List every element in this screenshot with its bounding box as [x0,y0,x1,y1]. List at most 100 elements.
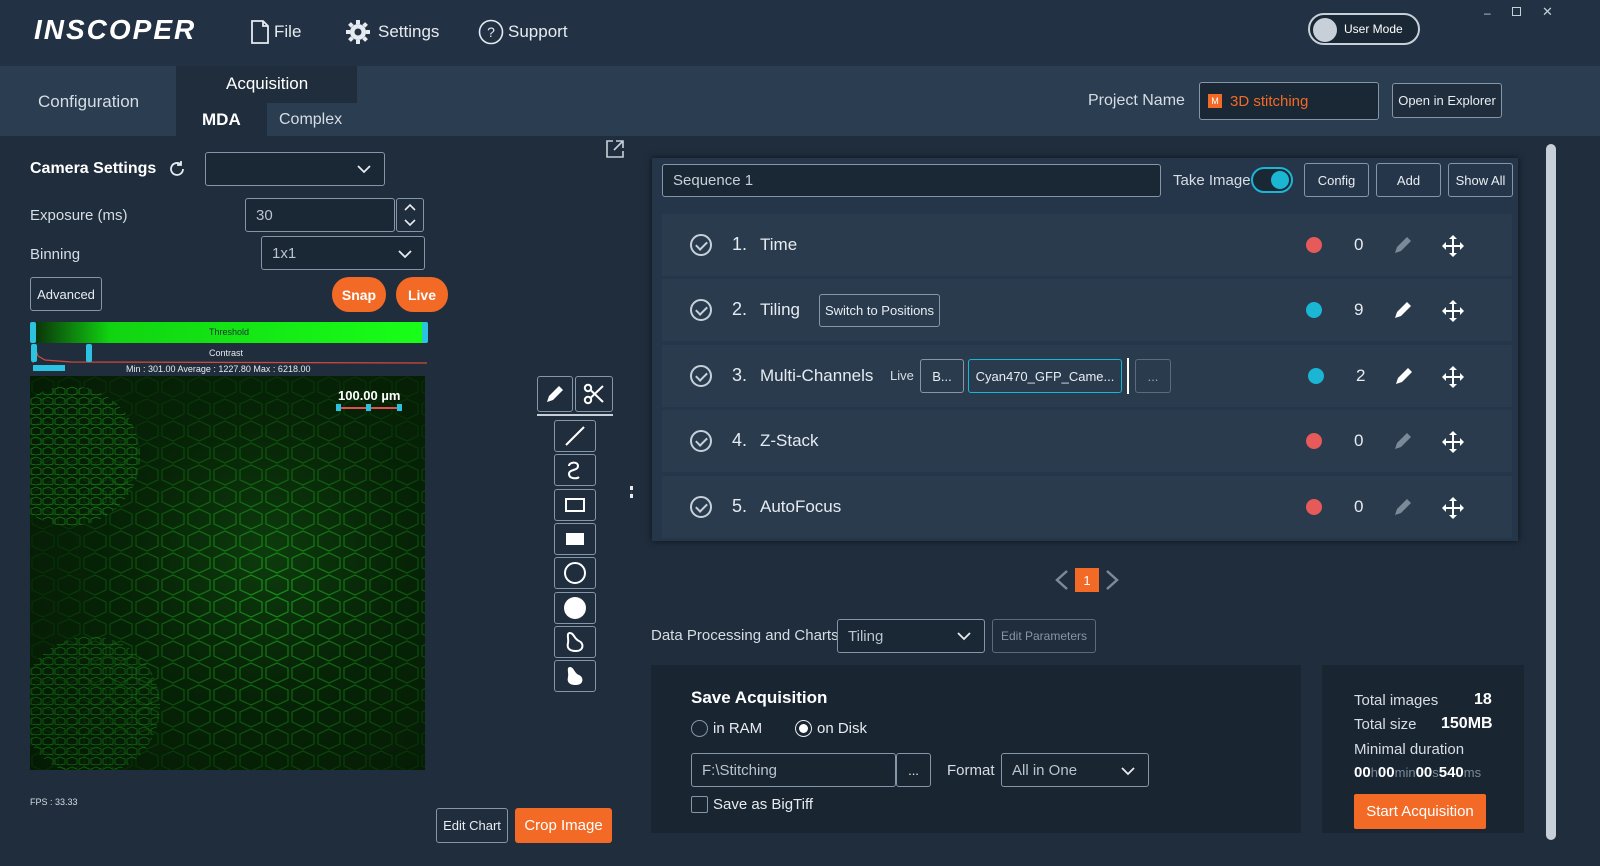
open-explorer-button[interactable]: Open in Explorer [1392,83,1502,118]
settings-label: Settings [378,22,440,41]
live-button[interactable]: Live [396,277,448,312]
config-button[interactable]: Config [1304,163,1369,197]
sequence-row-zstack[interactable]: 4. Z-Stack 0 [662,410,1512,472]
tool-rectangle[interactable] [554,489,596,521]
snap-button[interactable]: Snap [332,277,386,312]
chevron-down-icon[interactable] [404,219,416,227]
duration-hours: 00 [1354,764,1371,781]
blob-icon [566,631,584,653]
radio-on-disk[interactable]: on Disk [795,720,867,737]
row-title: Multi-Channels [760,366,874,385]
channel-button[interactable]: Cyan470_GFP_Came... [968,359,1122,393]
threshold-handle-right[interactable] [422,322,428,343]
minimize-button[interactable]: – [1484,6,1491,20]
tool-divider [537,414,613,416]
channel-more-button[interactable]: ... [1135,359,1171,393]
row-number: 2. [732,299,748,319]
user-mode-toggle[interactable]: User Mode [1308,13,1420,45]
threshold-bar[interactable]: Threshold [30,322,428,343]
exposure-stepper[interactable] [396,198,424,232]
check-circle-icon[interactable] [690,496,712,518]
pencil-icon[interactable] [1392,299,1414,321]
move-icon[interactable] [1441,496,1465,520]
sequence-name-input[interactable]: Sequence 1 [662,164,1161,197]
pencil-icon[interactable] [1392,496,1414,518]
move-icon[interactable] [1441,430,1465,454]
crop-image-button[interactable]: Crop Image [515,808,612,843]
tool-filled-polygon[interactable] [554,660,596,692]
maximize-button[interactable] [1512,7,1521,16]
exposure-label: Exposure (ms) [30,207,128,224]
page-number[interactable]: 1 [1075,568,1099,592]
on-disk-label: on Disk [817,720,868,737]
radio-in-ram[interactable]: in RAM [691,720,762,737]
chevron-left-icon[interactable] [1053,569,1069,591]
move-icon[interactable] [1441,299,1465,323]
contrast-handle-right[interactable] [86,344,92,362]
sequence-row-tiling[interactable]: 2. Tiling Switch to Positions 9 [662,279,1512,341]
check-circle-icon[interactable] [690,299,712,321]
chevron-right-icon[interactable] [1105,569,1121,591]
add-button[interactable]: Add [1376,163,1441,197]
edit-parameters-button[interactable]: Edit Parameters [992,619,1096,653]
tool-scissors[interactable] [575,376,613,412]
edit-chart-button[interactable]: Edit Chart [436,808,508,843]
start-acquisition-button[interactable]: Start Acquisition [1354,794,1486,829]
channel-b-button[interactable]: B... [920,359,964,393]
sequence-row-time[interactable]: 1. Time 0 [662,214,1512,276]
tool-pencil[interactable] [537,376,573,412]
take-image-toggle[interactable] [1251,167,1293,193]
tool-filled-rectangle[interactable] [554,523,596,555]
chevron-down-icon [1121,767,1135,776]
tab-complex[interactable]: Complex [267,103,357,136]
pencil-icon[interactable] [1393,365,1415,387]
exposure-input[interactable]: 30 [245,198,395,232]
save-path-input[interactable]: F:\Stitching [691,753,896,787]
close-button[interactable]: ✕ [1542,4,1553,20]
project-name-field[interactable]: M 3D stitching [1199,82,1379,120]
vertical-scrollbar[interactable] [1546,144,1556,840]
show-all-button[interactable]: Show All [1448,163,1513,197]
settings-menu[interactable]: Settings [344,18,439,46]
tab-configuration[interactable]: Configuration [38,92,139,112]
support-menu[interactable]: ? Support [478,19,568,45]
scale-bar-handle [366,404,371,411]
row-number: 4. [732,430,748,450]
move-icon[interactable] [1441,365,1465,389]
scissors-icon [583,383,604,405]
advanced-button[interactable]: Advanced [30,277,102,311]
total-images-label: Total images [1354,692,1439,709]
tool-circle[interactable] [554,557,596,589]
sequence-row-autofocus[interactable]: 5. AutoFocus 0 [662,476,1512,538]
tab-acquisition[interactable]: Acquisition [226,74,308,94]
tool-polygon[interactable] [554,626,596,658]
camera-image[interactable]: 100.00 µm [30,376,425,770]
move-icon[interactable] [1441,234,1465,258]
check-circle-icon[interactable] [690,430,712,452]
tool-filled-circle[interactable] [554,592,596,624]
pencil-icon[interactable] [1392,430,1414,452]
row-number: 3. [732,365,748,385]
contrast-handle-left[interactable] [31,344,37,362]
pencil-icon[interactable] [1392,234,1414,256]
chevron-down-icon [357,165,371,174]
file-menu[interactable]: File [250,20,301,44]
status-dot [1308,368,1324,384]
browse-button[interactable]: ... [896,753,931,787]
refresh-icon[interactable] [168,160,186,178]
popout-icon[interactable] [605,139,625,159]
threshold-handle-left[interactable] [30,322,36,343]
sequence-row-multichannels[interactable]: 3. Multi-Channels Live B... Cyan470_GFP_… [662,345,1512,407]
check-circle-icon[interactable] [690,365,712,387]
duration-ms: 540 [1438,764,1464,781]
chevron-up-icon[interactable] [404,203,416,211]
switch-to-positions-button[interactable]: Switch to Positions [819,294,940,327]
tool-line[interactable] [554,420,596,452]
file-label: File [274,22,302,41]
check-circle-icon[interactable] [690,234,712,256]
tab-mda[interactable]: MDA [202,110,241,130]
tool-freehand[interactable] [554,454,596,486]
bigtiff-checkbox[interactable]: Save as BigTiff [691,796,813,813]
duration-minutes-unit: min [1394,765,1416,780]
status-dot [1306,499,1322,515]
